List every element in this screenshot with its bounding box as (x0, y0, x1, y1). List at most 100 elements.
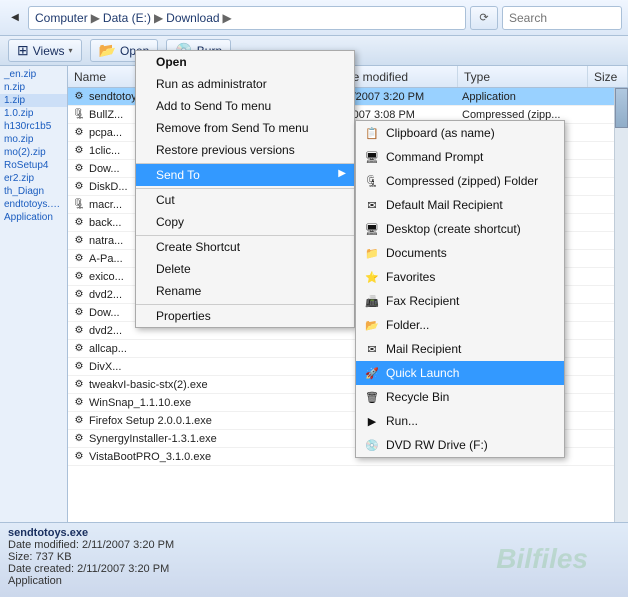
file-name: dvd2... (89, 325, 122, 337)
ctx-restore[interactable]: Restore previous versions (136, 139, 354, 161)
file-icon: ⚙ (72, 360, 86, 374)
left-panel-item[interactable]: mo(2).zip (0, 146, 67, 159)
status-bar: sendtotoys.exe Date modified: 2/11/2007 … (0, 522, 628, 597)
submenu-label: Compressed (zipped) Folder (386, 174, 538, 188)
desktop-icon: 🖥 (364, 221, 380, 237)
ctx-cut[interactable]: Cut (136, 188, 354, 211)
breadcrumb-computer[interactable]: Computer (35, 11, 88, 25)
scrollbar-thumb[interactable] (615, 88, 628, 128)
file-name: tweakvI-basic-stx(2).exe (89, 379, 208, 391)
recycle-icon: 🗑 (364, 389, 380, 405)
submenu-label: Desktop (create shortcut) (386, 222, 521, 236)
submenu-label: Recycle Bin (386, 390, 449, 404)
watermark: Bilfiles (496, 543, 588, 575)
submenu-quick-launch[interactable]: 🚀 Quick Launch (356, 361, 564, 385)
left-panel: _en.zip n.zip 1.zip 1.0.zip h130rc1b5 mo… (0, 66, 68, 565)
breadcrumb[interactable]: Computer ▶ Data (E:) ▶ Download ▶ (28, 6, 466, 30)
left-panel-item[interactable]: h130rc1b5 (0, 120, 67, 133)
file-name: Firefox Setup 2.0.0.1.exe (89, 415, 212, 427)
file-icon: ⚙ (72, 162, 86, 176)
breadcrumb-drive[interactable]: Data (E:) (103, 11, 151, 25)
left-panel-item[interactable]: 1.zip (0, 94, 67, 107)
submenu-run[interactable]: ▶ Run... (356, 409, 564, 433)
views-button[interactable]: ⊞ Views ▾ (8, 39, 82, 62)
submenu-docs[interactable]: 📁 Documents (356, 241, 564, 265)
submenu-mail-default[interactable]: ✉ Default Mail Recipient (356, 193, 564, 217)
views-arrow: ▾ (69, 46, 73, 55)
file-name: exico... (89, 271, 124, 283)
left-panel-item[interactable]: RoSetup4 (0, 159, 67, 172)
file-icon: ⚙ (72, 306, 86, 320)
file-name: allcap... (89, 343, 127, 355)
file-icon: ⚙ (72, 342, 86, 356)
file-icon: ⚙ (72, 180, 86, 194)
file-name: DivX... (89, 361, 121, 373)
run-icon: ▶ (364, 413, 380, 429)
breadcrumb-folder[interactable]: Download (166, 11, 219, 25)
cmd-icon: 🖥 (364, 149, 380, 165)
submenu-cmd[interactable]: 🖥 Command Prompt (356, 145, 564, 169)
status-filename: sendtotoys.exe (8, 527, 620, 539)
ctx-add-sendto[interactable]: Add to Send To menu (136, 95, 354, 117)
submenu-label: Default Mail Recipient (386, 198, 503, 212)
file-name: SynergyInstaller-1.3.1.exe (89, 433, 217, 445)
ctx-open[interactable]: Open (136, 51, 354, 73)
file-icon: ⚙ (72, 252, 86, 266)
col-size[interactable]: Size (588, 66, 628, 87)
file-type: Application (458, 91, 588, 103)
left-panel-item[interactable]: 1.0.zip (0, 107, 67, 120)
file-type: Compressed (zipp... (458, 109, 588, 121)
file-name: macr... (89, 199, 122, 211)
file-icon: ⚙ (72, 414, 86, 428)
submenu-label: Favorites (386, 270, 435, 284)
file-name: 1clic... (89, 145, 120, 157)
submenu-label: Clipboard (as name) (386, 126, 495, 140)
submenu-label: Command Prompt (386, 150, 483, 164)
ctx-delete[interactable]: Delete (136, 258, 354, 280)
address-bar: ◀ Computer ▶ Data (E:) ▶ Download ▶ ⟳ (0, 0, 628, 36)
sep2: ▶ (154, 11, 163, 25)
submenu-folder[interactable]: 📂 Folder... (356, 313, 564, 337)
ctx-run-as-admin[interactable]: Run as administrator (136, 73, 354, 95)
search-input[interactable] (502, 6, 622, 30)
left-panel-item[interactable]: n.zip (0, 81, 67, 94)
status-filetype: Application (8, 575, 620, 587)
submenu-fax[interactable]: 📠 Fax Recipient (356, 289, 564, 313)
refresh-button[interactable]: ⟳ (470, 6, 498, 30)
left-panel-item[interactable]: er2.zip (0, 172, 67, 185)
file-name: A-Pa... (89, 253, 123, 265)
left-panel-item[interactable]: mo.zip (0, 133, 67, 146)
ctx-sendto[interactable]: Send To (136, 163, 354, 186)
submenu-label: Mail Recipient (386, 342, 461, 356)
file-icon: ⚙ (72, 234, 86, 248)
ctx-copy[interactable]: Copy (136, 211, 354, 233)
submenu-recycle[interactable]: 🗑 Recycle Bin (356, 385, 564, 409)
ctx-properties[interactable]: Properties (136, 304, 354, 327)
sep3: ▶ (223, 11, 232, 25)
ctx-rename[interactable]: Rename (136, 280, 354, 302)
left-panel-item[interactable]: th_Diagn (0, 185, 67, 198)
submenu-desktop[interactable]: 🖥 Desktop (create shortcut) (356, 217, 564, 241)
submenu-favorites[interactable]: ⭐ Favorites (356, 265, 564, 289)
submenu-label: Folder... (386, 318, 429, 332)
clipboard-icon: 📋 (364, 125, 380, 141)
submenu-dvd[interactable]: 💿 DVD RW Drive (F:) (356, 433, 564, 457)
left-panel-item[interactable]: _en.zip (0, 68, 67, 81)
submenu-label: Quick Launch (386, 366, 459, 380)
dvd-icon: 💿 (364, 437, 380, 453)
file-name: dvd2... (89, 289, 122, 301)
submenu-clipboard[interactable]: 📋 Clipboard (as name) (356, 121, 564, 145)
submenu-zip[interactable]: 🗜 Compressed (zipped) Folder (356, 169, 564, 193)
col-type[interactable]: Type (458, 66, 588, 87)
context-menu: Open Run as administrator Add to Send To… (135, 50, 355, 328)
file-name: Dow... (89, 163, 120, 175)
file-icon: ⚙ (72, 216, 86, 230)
left-panel-item[interactable]: endtotoys.exe (0, 198, 67, 211)
left-panel-item[interactable]: Application (0, 211, 67, 224)
ctx-remove-sendto[interactable]: Remove from Send To menu (136, 117, 354, 139)
ctx-create-shortcut[interactable]: Create Shortcut (136, 235, 354, 258)
sep1: ▶ (91, 11, 100, 25)
submenu-mail[interactable]: ✉ Mail Recipient (356, 337, 564, 361)
scrollbar[interactable] (614, 88, 628, 565)
back-button[interactable]: ◀ (6, 9, 24, 27)
